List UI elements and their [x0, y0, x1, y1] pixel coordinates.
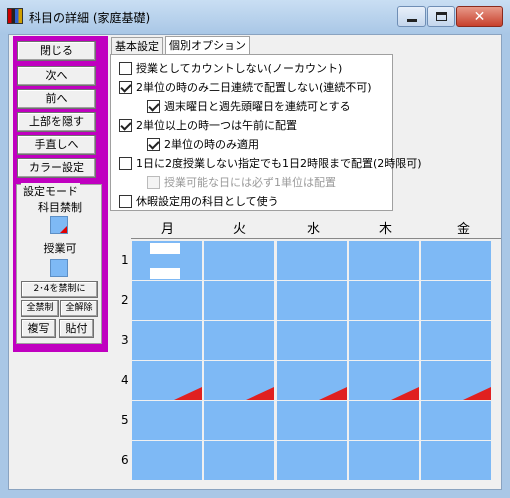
header-divider	[131, 238, 501, 239]
allowed-swatch[interactable]	[50, 259, 68, 277]
forbidden-marker-icon	[463, 387, 491, 400]
timetable-cell[interactable]	[421, 321, 491, 360]
forbidden-marker-icon	[319, 387, 347, 400]
left-panel: 閉じる 次へ 前へ 上部を隠す 手直しへ カラー設定 設定モード 科目禁制 授業…	[13, 36, 108, 352]
period-header: 1	[121, 253, 129, 267]
timetable-cell[interactable]	[204, 361, 274, 400]
tab-individual-options[interactable]: 個別オプション	[165, 36, 250, 56]
checkbox[interactable]	[147, 99, 160, 113]
timetable-cell[interactable]	[349, 441, 419, 480]
close-window-button[interactable]: ✕	[456, 6, 503, 27]
timetable-cell[interactable]	[204, 441, 274, 480]
release-all-button[interactable]: 全解除	[60, 300, 98, 317]
timetable-cell[interactable]	[204, 241, 274, 280]
timetable-grid: 月 火 水 木 金 1 2 3 4 5 6	[119, 215, 503, 480]
adjust-button[interactable]: 手直しへ	[17, 135, 96, 155]
day-header: 火	[233, 222, 247, 237]
placed-class-marker	[150, 243, 180, 254]
timetable-cell[interactable]	[132, 361, 202, 400]
day-header: 水	[307, 222, 321, 237]
checkbox	[147, 175, 160, 189]
timetable-cell[interactable]	[421, 401, 491, 440]
option-one-morning[interactable]: 2単位以上の時一つは午前に配置	[119, 117, 297, 133]
setting-mode-group: 設定モード 科目禁制 授業可 2･4を禁制に 全禁制 全解除 複写 貼付	[16, 183, 102, 344]
allowed-label: 授業可	[43, 242, 77, 255]
timetable-cell[interactable]	[132, 321, 202, 360]
timetable-cell[interactable]	[277, 281, 347, 320]
timetable-cell[interactable]	[349, 401, 419, 440]
forbidden-label: 科目禁制	[38, 201, 82, 214]
timetable-cell[interactable]	[277, 441, 347, 480]
maximize-icon	[435, 12, 447, 21]
timetable-cell[interactable]	[277, 401, 347, 440]
option-no-consecutive[interactable]: 2単位の時のみ二日連続で配置しない(連続不可)	[119, 79, 372, 95]
timetable-cell[interactable]	[421, 241, 491, 280]
period-header: 6	[121, 453, 129, 467]
title-bar: 科目の詳細 (家庭基礎) ✕	[0, 0, 510, 34]
period-header: 4	[121, 373, 129, 387]
timetable-cell[interactable]	[132, 441, 202, 480]
set-24-forbidden-button[interactable]: 2･4を禁制に	[21, 281, 98, 298]
option-no-count[interactable]: 授業としてカウントしない(ノーカウント)	[119, 60, 342, 76]
checkbox[interactable]	[119, 194, 132, 208]
app-grid-icon	[7, 8, 23, 24]
timetable-cell[interactable]	[132, 281, 202, 320]
timetable-cell[interactable]	[204, 401, 274, 440]
checkbox[interactable]	[119, 61, 132, 75]
timetable-cell[interactable]	[421, 281, 491, 320]
timetable-cell[interactable]	[277, 241, 347, 280]
option-vacation-subject[interactable]: 休暇設定用の科目として使う	[119, 193, 279, 209]
setting-mode-title: 設定モード	[21, 183, 80, 199]
option-one-unit-per-day: 授業可能な日には必ず1単位は配置	[147, 174, 336, 190]
period-header: 5	[121, 413, 129, 427]
forbidden-marker-icon	[174, 387, 202, 400]
tab-basic-settings[interactable]: 基本設定	[111, 37, 163, 55]
close-button[interactable]: 閉じる	[17, 41, 96, 61]
hide-top-button[interactable]: 上部を隠す	[17, 112, 96, 132]
timetable-cell[interactable]	[132, 401, 202, 440]
window-title: 科目の詳細 (家庭基礎)	[29, 11, 151, 25]
prev-button[interactable]: 前へ	[17, 89, 96, 109]
day-header: 金	[457, 222, 471, 237]
maximize-button[interactable]	[427, 6, 455, 27]
checkbox[interactable]	[147, 137, 160, 151]
minimize-icon	[406, 18, 417, 22]
timetable-cell[interactable]	[277, 361, 347, 400]
forbidden-marker-icon	[60, 226, 67, 233]
next-button[interactable]: 次へ	[17, 66, 96, 86]
copy-button[interactable]: 複写	[21, 319, 56, 338]
timetable-cell[interactable]	[132, 241, 202, 280]
timetable-cell[interactable]	[349, 241, 419, 280]
close-icon: ✕	[473, 8, 486, 25]
day-header: 木	[379, 222, 393, 237]
checkbox[interactable]	[119, 156, 132, 170]
forbidden-marker-icon	[391, 387, 419, 400]
option-two-periods[interactable]: 1日に2度授業しない指定でも1日2時限まで配置(2時限可)	[119, 155, 422, 171]
options-panel: 授業としてカウントしない(ノーカウント) 2単位の時のみ二日連続で配置しない(連…	[110, 54, 422, 211]
day-header: 月	[161, 222, 175, 237]
option-two-unit-only[interactable]: 2単位の時のみ適用	[147, 136, 259, 152]
dialog-client-area: 閉じる 次へ 前へ 上部を隠す 手直しへ カラー設定 設定モード 科目禁制 授業…	[8, 34, 502, 490]
timetable-cell[interactable]	[349, 361, 419, 400]
placed-class-marker	[150, 268, 180, 279]
period-header: 2	[121, 293, 129, 307]
period-header: 3	[121, 333, 129, 347]
timetable-cell[interactable]	[421, 361, 491, 400]
paste-button[interactable]: 貼付	[59, 319, 94, 338]
forbid-all-button[interactable]: 全禁制	[21, 300, 59, 317]
color-settings-button[interactable]: カラー設定	[17, 158, 96, 178]
checkbox[interactable]	[119, 118, 132, 132]
timetable-cell[interactable]	[349, 281, 419, 320]
checkbox[interactable]	[119, 80, 132, 94]
timetable-cell[interactable]	[204, 281, 274, 320]
timetable-cell[interactable]	[277, 321, 347, 360]
timetable-cell[interactable]	[421, 441, 491, 480]
forbidden-marker-icon	[246, 387, 274, 400]
timetable-cell[interactable]	[204, 321, 274, 360]
timetable-cell[interactable]	[349, 321, 419, 360]
option-weekend-consecutive[interactable]: 週末曜日と週先頭曜日を連続可とする	[147, 98, 351, 114]
forbidden-swatch[interactable]	[50, 216, 68, 234]
minimize-button[interactable]	[397, 6, 426, 27]
